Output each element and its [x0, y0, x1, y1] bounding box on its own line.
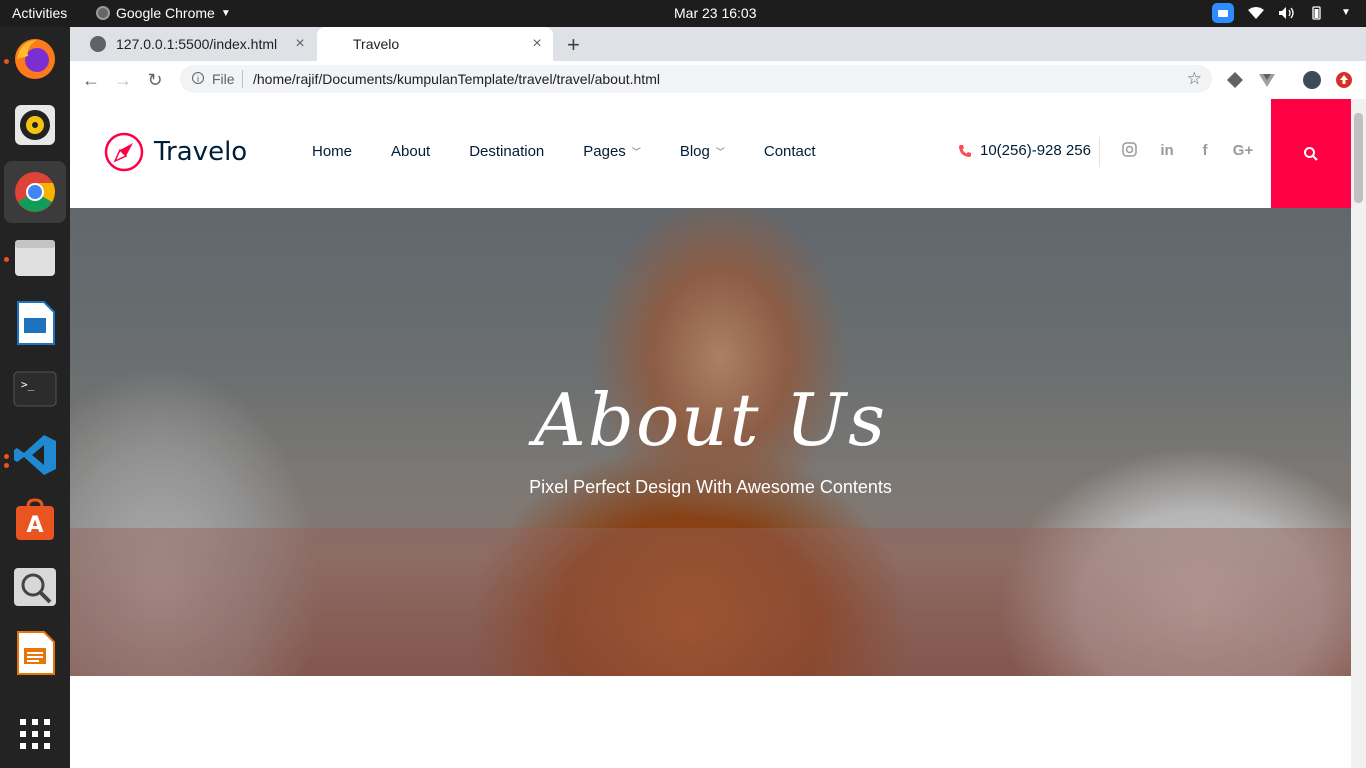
- menu-item-about[interactable]: About: [391, 143, 430, 160]
- close-icon[interactable]: ×: [529, 35, 545, 53]
- software-center-icon[interactable]: A: [12, 498, 58, 544]
- terminal-icon[interactable]: >_: [12, 366, 58, 412]
- image-viewer-icon[interactable]: [12, 564, 58, 610]
- tab-travelo[interactable]: Travelo ×: [317, 27, 553, 61]
- extension-vue-icon[interactable]: [1258, 71, 1276, 89]
- google-plus-icon[interactable]: G+: [1224, 142, 1262, 161]
- scrollbar-thumb[interactable]: [1354, 113, 1363, 203]
- logo-text: Travelo: [154, 137, 248, 167]
- activities-button[interactable]: Activities: [12, 5, 67, 21]
- update-icon[interactable]: [1335, 71, 1353, 89]
- menu-item-destination[interactable]: Destination: [469, 143, 544, 160]
- zoom-icon[interactable]: [1212, 3, 1234, 23]
- dock: >_ A: [0, 27, 70, 768]
- browser-toolbar: ← → ↻ i File /home/rajif/Documents/kumpu…: [70, 61, 1366, 100]
- linkedin-icon[interactable]: in: [1148, 142, 1186, 161]
- wifi-icon: [1248, 6, 1264, 20]
- address-bar[interactable]: i File /home/rajif/Documents/kumpulanTem…: [180, 65, 1212, 93]
- tab-index[interactable]: 127.0.0.1:5500/index.html ×: [78, 27, 316, 61]
- system-tray[interactable]: ▼: [1212, 3, 1354, 23]
- app-menu[interactable]: Google Chrome ▼: [96, 5, 231, 21]
- volume-icon: [1278, 6, 1294, 20]
- svg-text:>_: >_: [21, 378, 35, 391]
- app-menu-label: Google Chrome: [116, 5, 215, 21]
- info-icon[interactable]: i: [192, 72, 204, 84]
- tab-title: 127.0.0.1:5500/index.html: [116, 36, 278, 52]
- scheme-label: File: [212, 71, 235, 87]
- browser-window: 127.0.0.1:5500/index.html × Travelo × + …: [70, 27, 1366, 768]
- site-header: Travelo Home About Destination Pages ﹀ Bl…: [70, 99, 1351, 208]
- compass-logo-icon: [104, 132, 144, 172]
- web-page: Travelo Home About Destination Pages ﹀ Bl…: [70, 99, 1351, 768]
- phone-number: 10(256)-928 256: [980, 142, 1091, 159]
- firefox-icon[interactable]: [12, 36, 58, 82]
- show-applications-icon[interactable]: [12, 711, 58, 757]
- menu-item-pages[interactable]: Pages ﹀: [583, 143, 641, 160]
- url-text[interactable]: /home/rajif/Documents/kumpulanTemplate/t…: [253, 71, 660, 87]
- close-icon[interactable]: ×: [292, 35, 308, 53]
- rhythmbox-icon[interactable]: [12, 102, 58, 148]
- running-indicator: [4, 454, 9, 459]
- profile-avatar[interactable]: [1303, 71, 1321, 89]
- globe-icon: [90, 36, 106, 52]
- clock[interactable]: Mar 23 16:03: [674, 5, 757, 21]
- running-indicator: [4, 463, 9, 468]
- menu-item-blog[interactable]: Blog ﹀: [680, 143, 725, 160]
- facebook-icon[interactable]: f: [1186, 142, 1224, 161]
- main-menu: Home About Destination Pages ﹀ Blog ﹀ Cont…: [312, 143, 855, 160]
- libreoffice-writer-icon[interactable]: [12, 630, 58, 676]
- menu-item-contact[interactable]: Contact: [764, 143, 816, 160]
- hero-banner: About Us Pixel Perfect Design With Aweso…: [70, 208, 1351, 676]
- svg-text:A: A: [26, 513, 43, 538]
- running-indicator: [4, 257, 9, 262]
- phone-contact[interactable]: 10(256)-928 256: [958, 142, 1091, 159]
- new-tab-button[interactable]: +: [567, 32, 580, 58]
- chevron-down-icon: ﹀: [715, 147, 725, 157]
- hero-subtitle: Pixel Perfect Design With Awesome Conten…: [529, 477, 892, 497]
- tab-title: Travelo: [353, 36, 400, 52]
- running-indicator: [4, 59, 9, 64]
- back-button[interactable]: ←: [80, 69, 102, 91]
- system-top-bar: Activities Google Chrome ▼ Mar 23 16:03 …: [0, 0, 1366, 27]
- search-button[interactable]: [1271, 99, 1351, 208]
- chrome-dock-icon[interactable]: [4, 161, 66, 223]
- bookmark-star-icon[interactable]: ☆: [1187, 69, 1202, 89]
- tab-strip: 127.0.0.1:5500/index.html × Travelo × +: [70, 27, 1366, 61]
- reload-button[interactable]: ↻: [144, 69, 166, 91]
- instagram-icon[interactable]: [1110, 142, 1148, 161]
- site-logo[interactable]: Travelo: [104, 132, 247, 172]
- phone-icon: [959, 144, 971, 157]
- chevron-down-icon: ﹀: [631, 147, 641, 157]
- chrome-icon: [96, 6, 110, 20]
- power-menu-icon: ▼: [1341, 7, 1351, 18]
- files-icon[interactable]: [12, 234, 58, 280]
- vscode-icon[interactable]: [12, 432, 58, 478]
- extension-icon[interactable]: [1226, 71, 1244, 89]
- search-icon: [1304, 146, 1318, 161]
- page-scrollbar[interactable]: [1351, 99, 1366, 768]
- libreoffice-impress-icon[interactable]: [12, 300, 58, 346]
- forward-button[interactable]: →: [112, 69, 134, 91]
- menu-item-home[interactable]: Home: [312, 143, 352, 160]
- social-links: in f G+: [1110, 142, 1262, 161]
- chevron-down-icon: ▼: [220, 7, 231, 19]
- battery-icon: [1308, 6, 1324, 20]
- hero-title: About Us: [533, 378, 888, 462]
